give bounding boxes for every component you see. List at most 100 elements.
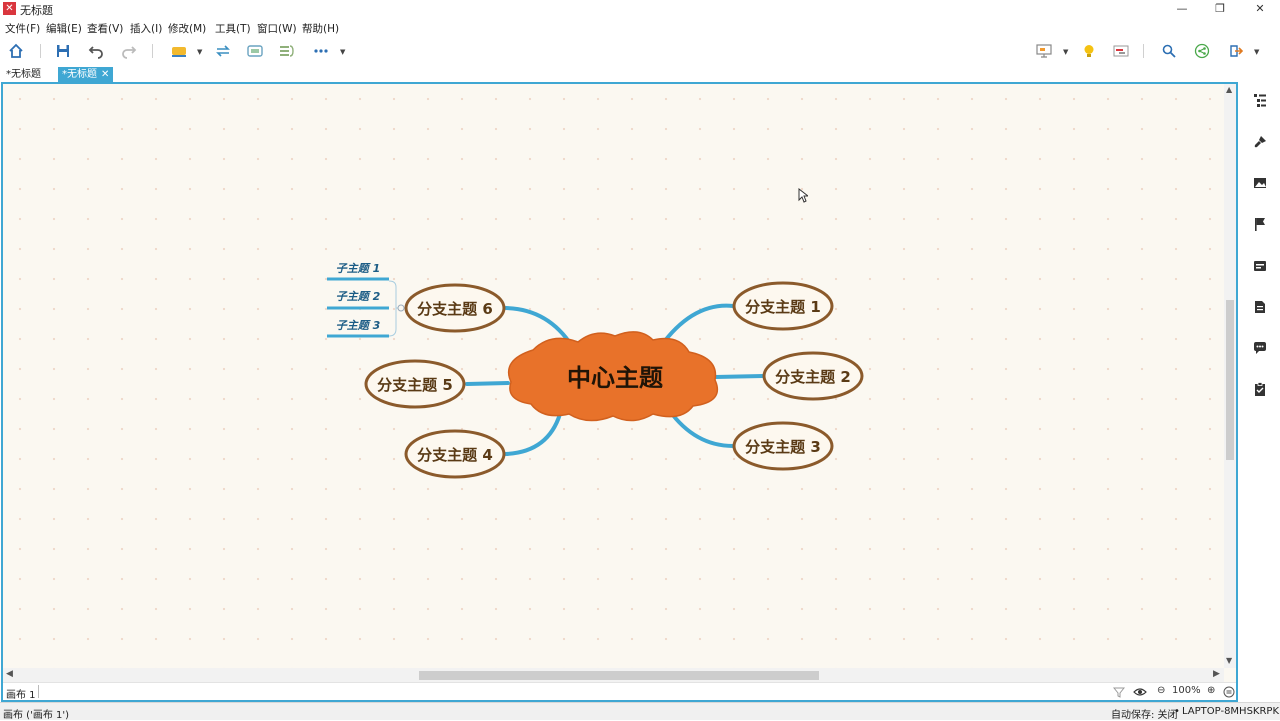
boundary-icon[interactable]	[244, 41, 266, 61]
status-canvas-info: 画布 ('画布 1')	[3, 710, 70, 721]
branch-topic-5: 分支主题 5	[364, 359, 466, 409]
sheet-tab[interactable]: 画布 1	[6, 686, 36, 701]
fit-map-icon[interactable]	[1223, 686, 1235, 698]
eye-icon[interactable]	[1133, 686, 1147, 698]
menu-tools[interactable]: 工具(T)	[215, 21, 251, 36]
export-icon[interactable]	[1225, 41, 1247, 61]
branch-topic-3-label: 分支主题 3	[745, 438, 821, 456]
tab-untitled-2[interactable]: *无标题 ✕	[58, 67, 114, 82]
presentation-dropdown-icon[interactable]: ▼	[1063, 48, 1068, 56]
undo-icon[interactable]	[85, 41, 107, 61]
comments-icon[interactable]	[1250, 338, 1270, 358]
branch-topic-6: 分支主题 6	[404, 283, 506, 333]
status-bar: 画布 ('画布 1') 自动保存: 关闭 • LAPTOP-8MHSKRPK	[0, 702, 1280, 721]
menu-file[interactable]: 文件(F)	[5, 21, 40, 36]
share-icon[interactable]	[1191, 41, 1213, 61]
connector-branch-5	[465, 381, 510, 386]
branch-topic-1-label: 分支主题 1	[745, 298, 821, 316]
zoom-out-button[interactable]: ⊖	[1157, 685, 1165, 696]
branch-topic-6-label: 分支主题 6	[417, 300, 493, 318]
format-brush-icon[interactable]	[1250, 132, 1270, 152]
presentation-icon[interactable]	[1033, 41, 1055, 61]
gantt-icon[interactable]	[1110, 41, 1132, 61]
scroll-left-icon[interactable]: ◀	[6, 669, 13, 679]
vertical-scroll-thumb[interactable]	[1226, 300, 1234, 460]
scroll-up-icon[interactable]: ▲	[1226, 85, 1232, 94]
mindmap-canvas[interactable]: 中心主题 分支主题 1 分支主题 2 分支主题 3 分支主题 4 分支主题 5	[3, 84, 1224, 668]
image-icon[interactable]	[1250, 173, 1270, 193]
scroll-down-icon[interactable]: ▼	[1226, 656, 1232, 665]
scroll-right-icon[interactable]: ▶	[1213, 669, 1220, 679]
maximize-button[interactable]: ❐	[1200, 0, 1240, 18]
subtopic-2: 子主题 2	[327, 290, 389, 310]
side-panel	[1240, 82, 1280, 702]
branch-topic-1: 分支主题 1	[732, 281, 834, 331]
toolbar: ▼ ▼ ▼ ▼	[0, 36, 1280, 66]
status-computer-name: LAPTOP-8MHSKRPK	[1182, 706, 1280, 717]
tab-close-icon[interactable]: ✕	[101, 69, 109, 80]
outline-icon[interactable]	[1250, 90, 1270, 110]
connector-branch-2	[713, 374, 765, 379]
subtopic-3-label: 子主题 3	[336, 319, 381, 332]
toolbar-separator	[152, 44, 153, 58]
subtopic-1: 子主题 1	[327, 262, 389, 281]
mindmap-diagram: 中心主题 分支主题 1 分支主题 2 分支主题 3 分支主题 4 分支主题 5	[327, 262, 864, 479]
tab-untitled-1[interactable]: *无标题	[2, 67, 45, 82]
branch-topic-4: 分支主题 4	[404, 429, 506, 479]
branch-topic-2: 分支主题 2	[762, 351, 864, 401]
menu-modify[interactable]: 修改(M)	[168, 21, 206, 36]
topic-icon[interactable]	[168, 41, 190, 61]
close-window-button[interactable]: ✕	[1240, 0, 1280, 18]
summary-icon[interactable]	[276, 41, 298, 61]
subtopic-2-label: 子主题 2	[336, 290, 381, 303]
branch-topic-2-label: 分支主题 2	[775, 368, 851, 386]
mouse-cursor-icon	[798, 188, 808, 203]
vertical-scrollbar[interactable]: ▲ ▼	[1224, 84, 1236, 668]
menu-window[interactable]: 窗口(W)	[257, 21, 297, 36]
sheet-separator	[38, 685, 39, 698]
filter-icon[interactable]	[1113, 686, 1125, 698]
notes-icon[interactable]	[1250, 297, 1270, 317]
zoom-level[interactable]: 100%	[1172, 685, 1201, 696]
app-logo-icon: ✕	[3, 2, 16, 15]
search-icon[interactable]	[1158, 41, 1180, 61]
tab-bar: *无标题 *无标题 ✕	[0, 66, 1280, 82]
status-autosave[interactable]: 自动保存: 关闭	[1111, 706, 1178, 721]
window-title: 无标题	[20, 4, 53, 17]
task-icon[interactable]	[1250, 379, 1270, 399]
menu-insert[interactable]: 插入(I)	[130, 21, 162, 36]
topic-dropdown-icon[interactable]: ▼	[197, 48, 202, 56]
marker-flag-icon[interactable]	[1250, 214, 1270, 234]
save-icon[interactable]	[52, 41, 74, 61]
canvas-frame: 中心主题 分支主题 1 分支主题 2 分支主题 3 分支主题 4 分支主题 5	[1, 82, 1238, 702]
toolbar-separator	[40, 44, 41, 58]
central-topic: 中心主题	[567, 364, 663, 392]
subtopic-3: 子主题 3	[327, 319, 389, 338]
menu-bar: 文件(F) 编辑(E) 查看(V) 插入(I) 修改(M) 工具(T) 窗口(W…	[0, 18, 1280, 36]
zoom-in-button[interactable]: ⊕	[1207, 685, 1215, 696]
home-icon[interactable]	[5, 41, 27, 61]
connector-branch-4	[504, 412, 562, 456]
title-bar: ✕ 无标题 — ❐ ✕	[0, 0, 1280, 18]
horizontal-scroll-thumb[interactable]	[419, 671, 819, 680]
more-icon[interactable]	[310, 41, 332, 61]
menu-edit[interactable]: 编辑(E)	[46, 21, 82, 36]
subtopic-1-label: 子主题 1	[336, 262, 380, 275]
lightbulb-icon[interactable]	[1078, 41, 1100, 61]
export-dropdown-icon[interactable]: ▼	[1254, 48, 1259, 56]
stickers-icon[interactable]	[1250, 256, 1270, 276]
tab-label: *无标题	[62, 69, 97, 80]
horizontal-scrollbar[interactable]: ◀ ▶	[3, 668, 1224, 682]
branch-topic-4-label: 分支主题 4	[417, 446, 493, 464]
menu-help[interactable]: 帮助(H)	[302, 21, 339, 36]
sheet-bar: 画布 1 ⊖ 100% ⊕	[3, 682, 1236, 701]
more-dropdown-icon[interactable]: ▼	[340, 48, 345, 56]
minimize-button[interactable]: —	[1162, 0, 1202, 18]
menu-view[interactable]: 查看(V)	[87, 21, 123, 36]
tab-label: *无标题	[6, 69, 41, 80]
branch-topic-5-label: 分支主题 5	[377, 376, 453, 394]
subtopic-collapse-handle	[397, 304, 405, 312]
branch-topic-3: 分支主题 3	[732, 421, 834, 471]
relationship-icon[interactable]	[212, 41, 234, 61]
redo-icon[interactable]	[118, 41, 140, 61]
